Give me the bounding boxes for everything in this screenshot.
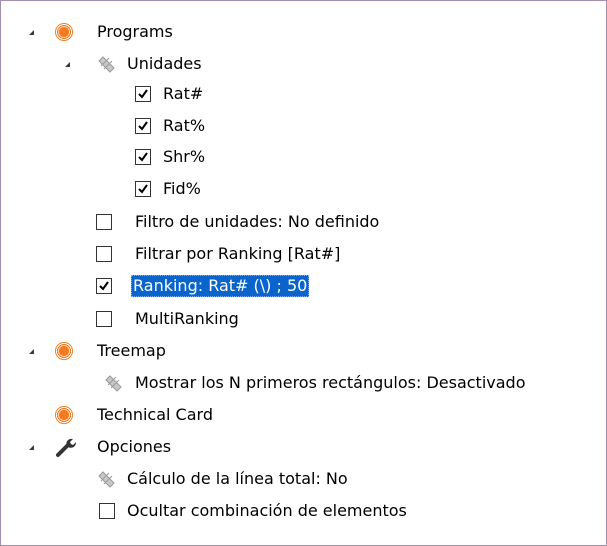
tree-node-opciones[interactable]: Opciones [1,434,601,461]
collapse-arrow-icon[interactable] [65,62,70,67]
tree-node-shr-percent[interactable]: Shr% [1,144,601,171]
shr-percent-label: Shr% [163,147,206,166]
unidades-label: Unidades [127,54,202,73]
checkbox-rat-number[interactable] [135,86,151,102]
opciones-label: Opciones [97,437,172,456]
orange-radio-icon [55,23,73,41]
multiranking-label: MultiRanking [135,309,239,328]
tree-node-unidades[interactable]: Unidades [1,51,601,78]
rat-number-label: Rat# [163,84,204,103]
orange-radio-icon [55,406,73,424]
tree-node-ranking[interactable]: Ranking: Rat# (\) ; 50 [1,273,601,300]
disabled-tag-icon [98,471,115,488]
mostrar-n-primeros-label: Mostrar los N primeros rectángulos: Desa… [135,373,526,392]
checkbox-fid-percent[interactable] [135,181,151,197]
tree-node-rat-number[interactable]: Rat# [1,81,601,108]
programs-label: Programs [97,22,173,41]
tree-node-filtro-unidades[interactable]: Filtro de unidades: No definido [1,209,601,236]
tree-node-rat-percent[interactable]: Rat% [1,113,601,140]
filtrar-ranking-label: Filtrar por Ranking [Rat#] [135,244,341,263]
checkbox-filtrar-ranking[interactable] [96,246,112,262]
technical-card-label: Technical Card [97,405,213,424]
filtro-unidades-label: Filtro de unidades: No definido [135,212,380,231]
tree-node-technical-card[interactable]: Technical Card [1,402,601,429]
treemap-label: Treemap [97,341,166,360]
fid-percent-label: Fid% [163,179,201,198]
checkbox-ocultar-combinacion[interactable] [99,503,115,519]
rat-percent-label: Rat% [163,116,206,135]
tree-node-filtrar-ranking[interactable]: Filtrar por Ranking [Rat#] [1,241,601,268]
tree-node-treemap[interactable]: Treemap [1,338,601,365]
collapse-arrow-icon[interactable] [29,445,34,450]
options-tree: Programs Unidades Rat# Rat% Shr% Fid% Fi… [0,0,607,546]
collapse-arrow-icon[interactable] [29,349,34,354]
tree-node-multiranking[interactable]: MultiRanking [1,306,601,333]
tree-node-ocultar-combinacion[interactable]: Ocultar combinación de elementos [1,498,601,525]
tree-node-calculo-linea-total[interactable]: Cálculo de la línea total: No [1,466,601,493]
checkbox-rat-percent[interactable] [135,118,151,134]
tree-node-fid-percent[interactable]: Fid% [1,176,601,203]
tree-node-programs[interactable]: Programs [1,19,601,46]
disabled-tag-icon [98,56,115,73]
orange-radio-icon [55,342,73,360]
ocultar-combinacion-label: Ocultar combinación de elementos [127,501,407,520]
checkbox-multiranking[interactable] [96,311,112,327]
wrench-icon [56,438,76,457]
checkbox-shr-percent[interactable] [135,149,151,165]
ranking-label: Ranking: Rat# (\) ; 50 [131,275,310,297]
collapse-arrow-icon[interactable] [29,30,34,35]
checkbox-ranking[interactable] [96,278,112,294]
checkbox-filtro-unidades[interactable] [96,214,112,230]
calculo-linea-total-label: Cálculo de la línea total: No [127,469,348,488]
tree-node-mostrar-n-primeros[interactable]: Mostrar los N primeros rectángulos: Desa… [1,370,601,397]
disabled-tag-icon [105,375,122,392]
